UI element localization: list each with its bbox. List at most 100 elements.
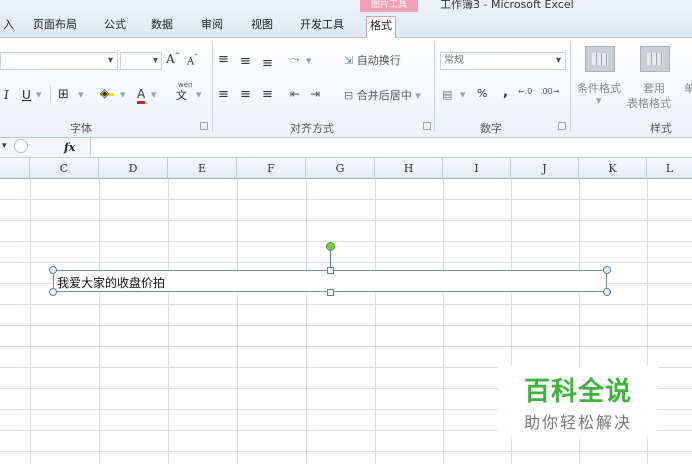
- phonetic-dropdown[interactable]: ▾: [196, 88, 202, 101]
- tab-view[interactable]: 视图: [248, 18, 276, 38]
- percent-button[interactable]: %: [477, 87, 487, 100]
- conditional-format-icon: [585, 46, 615, 72]
- column-header-f[interactable]: F: [237, 158, 306, 179]
- column-header-l[interactable]: L: [647, 158, 692, 179]
- underline-dropdown[interactable]: ▾: [36, 88, 42, 101]
- comma-button[interactable]: ,: [503, 85, 508, 100]
- font-dialog-launcher[interactable]: [200, 122, 208, 130]
- grid-line: [30, 179, 31, 464]
- resize-handle-top[interactable]: [327, 267, 334, 274]
- font-color-dropdown[interactable]: ▾: [151, 88, 157, 101]
- group-label-font: 字体: [70, 122, 92, 135]
- tab-developer[interactable]: 开发工具: [297, 18, 347, 38]
- decrease-decimal-button[interactable]: .00→: [540, 87, 559, 96]
- cancel-edit-icon[interactable]: [14, 139, 28, 153]
- increase-indent-icon[interactable]: ⇥: [310, 87, 320, 101]
- column-headers: C D E F G H I J K L: [0, 158, 692, 179]
- name-box-dropdown[interactable]: ▾: [2, 141, 7, 151]
- formula-bar: ▾ fx: [0, 138, 692, 158]
- chevron-down-icon: ▾: [152, 55, 158, 66]
- increase-decimal-button[interactable]: ←.0: [518, 87, 532, 96]
- decrease-indent-icon[interactable]: ⇤: [290, 87, 300, 101]
- alignment-dialog-launcher[interactable]: [423, 122, 431, 130]
- column-header-g[interactable]: G: [306, 158, 375, 179]
- column-header-d[interactable]: D: [99, 158, 168, 179]
- text-box-content[interactable]: 我爱大家的收盘价拍: [57, 274, 165, 291]
- align-right-icon[interactable]: ≡: [262, 87, 273, 102]
- group-separator: [570, 42, 571, 132]
- watermark-title: 百科全说: [523, 377, 632, 407]
- column-header-j[interactable]: J: [511, 158, 579, 179]
- border-dropdown[interactable]: ▾: [78, 88, 84, 101]
- border-icon[interactable]: ⊞: [58, 87, 69, 102]
- tab-review[interactable]: 审阅: [198, 18, 226, 38]
- italic-button[interactable]: I: [4, 88, 9, 102]
- ribbon: ▾ ▾ A^ Aˇ I U ▾ ⊞ ▾ ◈ ▾ A ▾ wén 文 ▾ 字体 ≡…: [0, 38, 692, 138]
- window-title: 工作簿3 - Microsoft Excel: [440, 0, 574, 11]
- number-format-dropdown[interactable]: 常规 ▾: [440, 52, 566, 70]
- underline-button[interactable]: U: [22, 88, 31, 102]
- ribbon-tab-bar: 图片工具 工作簿3 - Microsoft Excel 入 页面布局 公式 数据…: [0, 0, 692, 38]
- grid-line: [99, 179, 100, 464]
- currency-dropdown[interactable]: ▾: [460, 88, 466, 101]
- resize-handle-bottom-left[interactable]: [49, 288, 57, 296]
- column-header-i[interactable]: I: [443, 158, 511, 179]
- table-format-button[interactable]: 表格格式: [627, 95, 671, 111]
- grid-line: [443, 179, 444, 464]
- column-header-c[interactable]: C: [30, 158, 99, 179]
- align-center-icon[interactable]: ≡: [240, 87, 251, 102]
- currency-icon[interactable]: ▤: [442, 88, 452, 101]
- chevron-down-icon: ▾: [107, 55, 113, 66]
- top-align-icon[interactable]: ≡: [218, 52, 229, 67]
- watermark-subtitle: 助你轻松解决: [523, 413, 632, 432]
- insert-function-button[interactable]: fx: [64, 141, 75, 154]
- fill-color-dropdown[interactable]: ▾: [120, 88, 126, 101]
- group-label-alignment: 对齐方式: [290, 122, 334, 135]
- resize-handle-top-left[interactable]: [49, 266, 57, 274]
- tab-data[interactable]: 数据: [148, 18, 176, 38]
- merge-center-button[interactable]: ⊟ 合并后居中 ▾: [344, 87, 421, 103]
- grid-line: [237, 179, 238, 464]
- formula-input[interactable]: [90, 139, 692, 156]
- tab-formulas[interactable]: 公式: [101, 18, 129, 38]
- column-header-e[interactable]: E: [168, 158, 237, 179]
- fill-color-icon: ◈: [100, 86, 114, 100]
- group-label-number: 数字: [480, 122, 502, 135]
- resize-handle-bottom[interactable]: [327, 289, 334, 296]
- bottom-align-icon[interactable]: ≡: [262, 56, 273, 71]
- align-left-icon[interactable]: ≡: [218, 87, 229, 102]
- merge-center-icon: ⊟: [344, 89, 354, 102]
- separator: [50, 85, 51, 101]
- column-header-b[interactable]: [0, 158, 30, 179]
- watermark-logo: 百科全说 助你轻松解决: [498, 365, 658, 437]
- grid-line: [375, 179, 376, 464]
- phonetic-button[interactable]: wén 文: [176, 81, 192, 103]
- tab-format[interactable]: 格式: [366, 16, 396, 38]
- shrink-font-button[interactable]: Aˇ: [187, 54, 198, 67]
- table-format-icon: [640, 46, 670, 72]
- grow-font-button[interactable]: A^: [166, 52, 181, 66]
- middle-align-icon[interactable]: ≡: [240, 54, 251, 69]
- orientation-icon[interactable]: ⤳: [290, 52, 300, 67]
- rotation-handle[interactable]: [326, 242, 335, 251]
- group-separator: [212, 42, 213, 132]
- orientation-dropdown[interactable]: ▾: [306, 54, 312, 67]
- wrap-text-icon: ⇲: [344, 54, 354, 67]
- wrap-text-button[interactable]: ⇲ 自动换行: [344, 52, 401, 68]
- font-name-dropdown[interactable]: ▾: [0, 52, 118, 70]
- column-header-h[interactable]: H: [375, 158, 443, 179]
- chevron-down-icon: ▾: [596, 94, 602, 107]
- fill-color-button[interactable]: ◈: [100, 86, 114, 100]
- font-color-button[interactable]: A: [137, 87, 146, 104]
- rotation-line: [330, 250, 331, 267]
- phonetic-icon: 文: [176, 89, 187, 102]
- tab-insert[interactable]: 入: [0, 18, 17, 38]
- resize-handle-top-right[interactable]: [603, 266, 611, 274]
- tab-page-layout[interactable]: 页面布局: [30, 18, 80, 38]
- table-format-label-1[interactable]: 套用: [643, 80, 665, 96]
- cell-style-button[interactable]: 单: [684, 80, 692, 96]
- number-dialog-launcher[interactable]: [558, 122, 566, 130]
- font-size-dropdown[interactable]: ▾: [120, 52, 162, 70]
- column-header-k[interactable]: K: [579, 158, 647, 179]
- resize-handle-bottom-right[interactable]: [603, 288, 611, 296]
